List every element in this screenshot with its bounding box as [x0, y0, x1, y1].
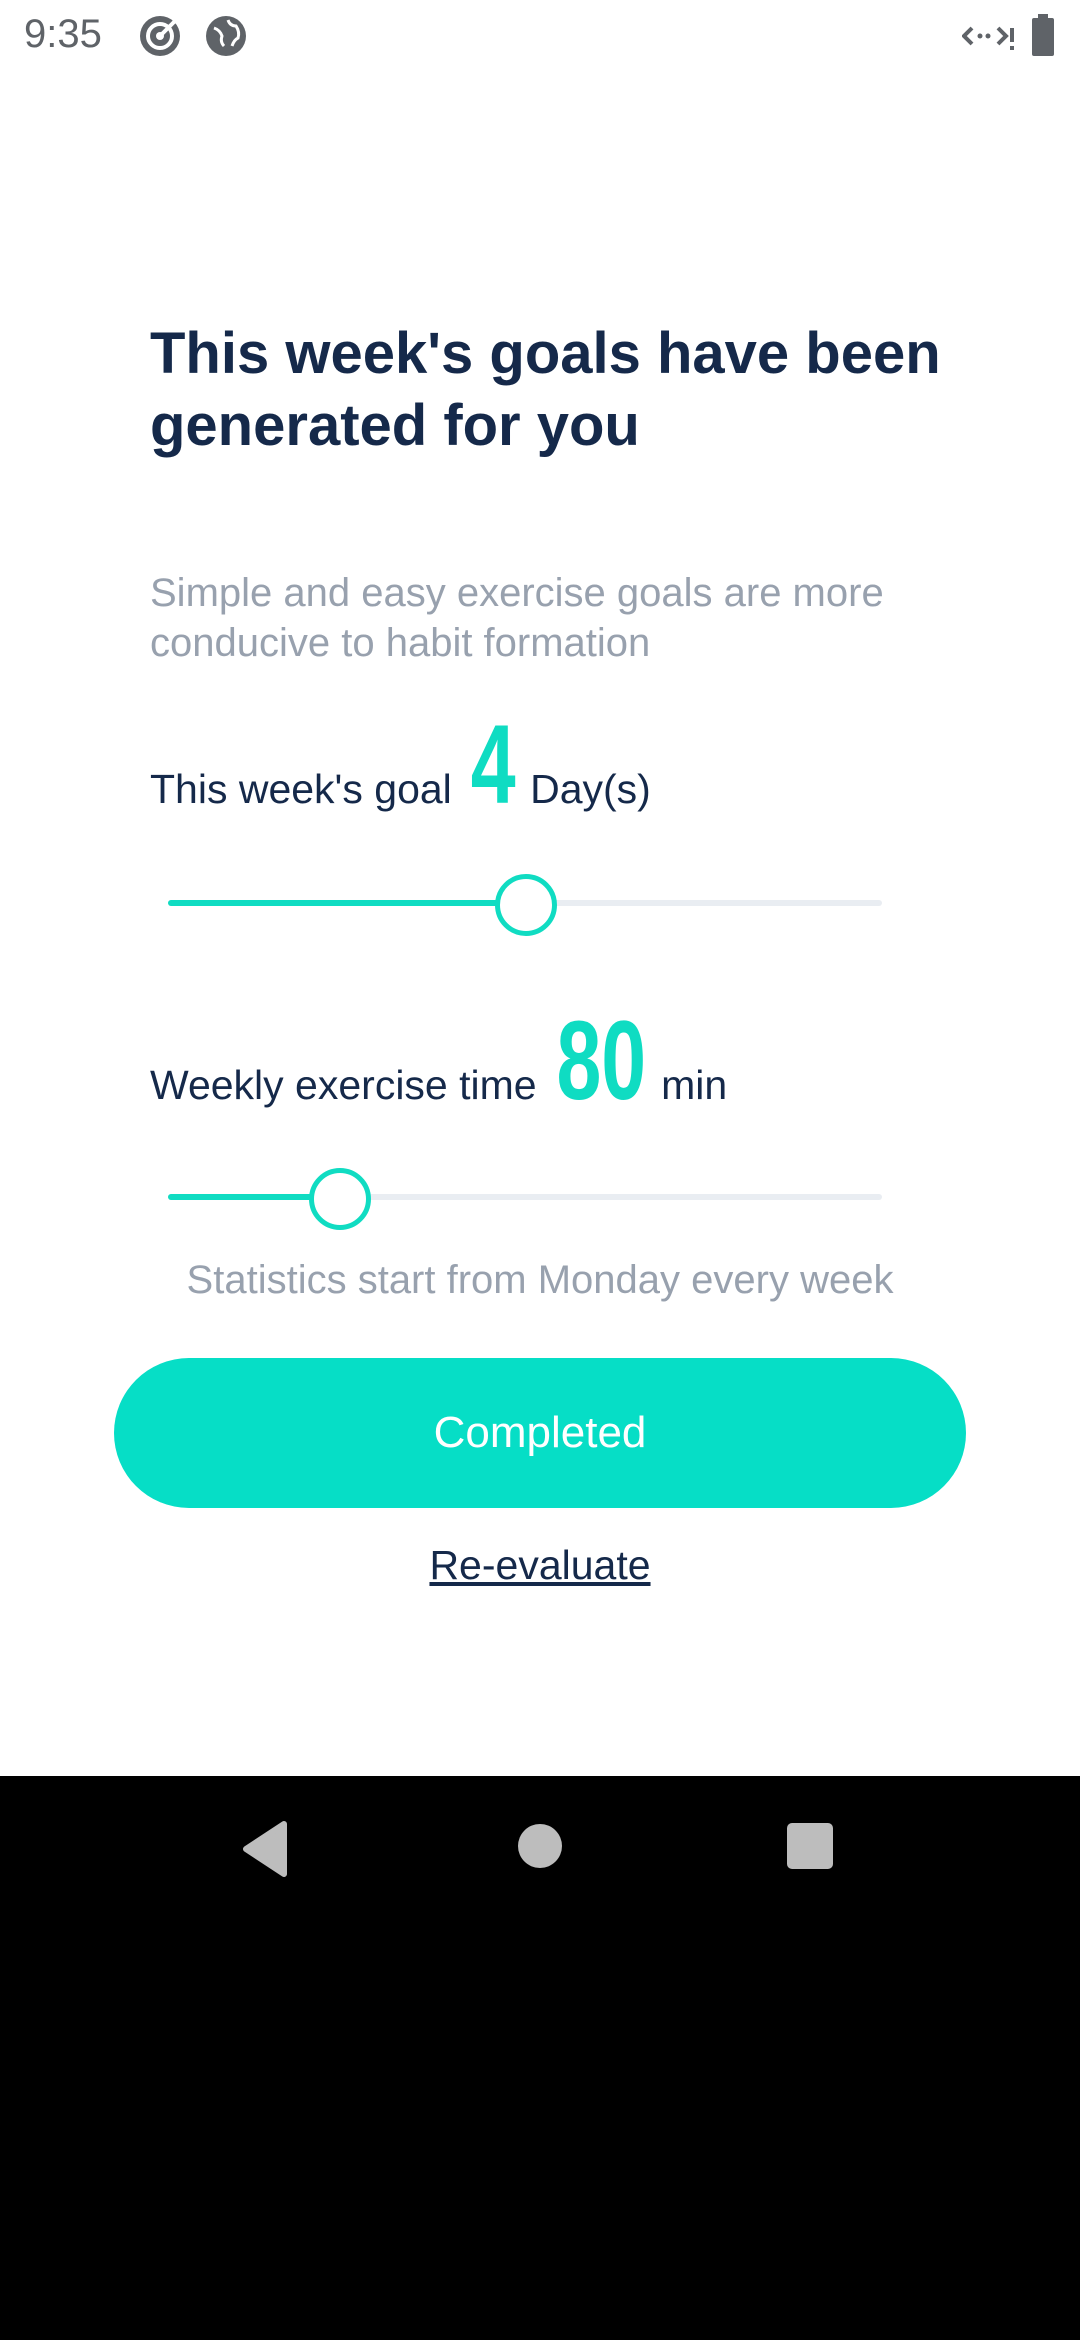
slider-fill	[168, 900, 525, 906]
page-title: This week's goals have been generated fo…	[150, 321, 941, 458]
back-icon[interactable]	[240, 1820, 290, 1883]
system-nav-bar	[0, 1776, 1080, 2340]
status-time: 9:35	[24, 12, 102, 56]
stats-note: Statistics start from Monday every week	[186, 1258, 894, 1302]
globe-icon	[204, 14, 248, 63]
time-goal-label: Weekly exercise time	[150, 1062, 537, 1108]
time-goal-value: 80	[556, 998, 646, 1123]
days-goal-slider[interactable]	[168, 874, 882, 936]
days-goal-label: This week's goal	[150, 766, 452, 812]
days-goal-row: This week's goal 4 Day(s)	[150, 700, 651, 829]
slider-thumb[interactable]	[495, 874, 557, 936]
battery-icon	[1030, 14, 1056, 63]
time-goal-slider[interactable]	[168, 1168, 882, 1230]
days-goal-value: 4	[470, 702, 516, 827]
days-goal-unit: Day(s)	[530, 766, 651, 812]
slider-thumb[interactable]	[309, 1168, 372, 1230]
time-goal-unit: min	[661, 1062, 728, 1108]
data-arrows-icon	[961, 14, 1016, 63]
completed-button[interactable]: Completed	[114, 1358, 966, 1508]
status-bar: 9:35	[0, 0, 1080, 72]
home-icon[interactable]	[516, 1822, 564, 1875]
time-goal-row: Weekly exercise time 80 min	[150, 996, 727, 1125]
recents-icon[interactable]	[786, 1822, 834, 1875]
page-subtitle: Simple and easy exercise goals are more …	[150, 571, 884, 665]
reevaluate-link[interactable]: Re-evaluate	[0, 1542, 1080, 1589]
target-icon	[138, 14, 182, 63]
